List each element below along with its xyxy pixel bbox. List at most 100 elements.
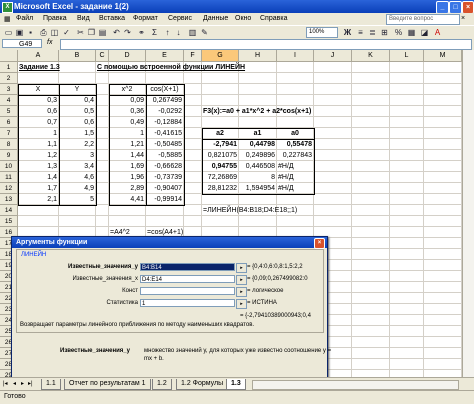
select-all-corner[interactable] — [0, 50, 18, 62]
row-header[interactable]: 10 — [0, 161, 18, 172]
coef-cell[interactable]: 0,821075 — [203, 150, 237, 161]
menu-window[interactable]: Окно — [235, 15, 251, 22]
new-icon[interactable]: ▭ — [4, 28, 13, 37]
coef-cell[interactable]: #Н/Д — [278, 172, 312, 183]
cell-x[interactable]: 0,3 — [19, 95, 57, 106]
column-header-m[interactable]: M — [424, 50, 462, 62]
next-sheet-icon[interactable]: ▸ — [21, 380, 24, 387]
menu-edit[interactable]: Правка — [43, 15, 67, 22]
cell-cos[interactable]: -0,90407 — [147, 183, 182, 194]
fx-icon[interactable]: fx — [47, 39, 52, 46]
column-header-j[interactable]: J — [314, 50, 352, 62]
cell-x2[interactable]: 1,96 — [110, 172, 144, 183]
cell-cos[interactable]: -0,66628 — [147, 161, 182, 172]
coef-cell[interactable]: 0,227843 — [278, 150, 312, 161]
method-title[interactable]: С помощью встроенной функции ЛИНЕЙН — [97, 62, 245, 73]
drawing-icon[interactable]: ✎ — [200, 28, 209, 37]
bold-icon[interactable]: Ж — [343, 28, 352, 37]
cell-x[interactable]: 0,6 — [19, 106, 57, 117]
font-color-icon[interactable]: A — [433, 28, 442, 37]
row-header[interactable]: 6 — [0, 117, 18, 128]
row-header[interactable]: 12 — [0, 183, 18, 194]
borders-icon[interactable]: ▦ — [407, 28, 416, 37]
row-header[interactable]: 9 — [0, 150, 18, 161]
row-header[interactable]: 15 — [0, 216, 18, 227]
dialog-title-bar[interactable]: Аргументы функции × — [12, 237, 327, 249]
menu-data[interactable]: Данные — [203, 15, 228, 22]
name-box[interactable]: G49 — [2, 39, 42, 48]
cell-cos[interactable]: -0,73739 — [147, 172, 182, 183]
preview-icon[interactable]: ◫ — [50, 28, 59, 37]
row-header[interactable]: 14 — [0, 205, 18, 216]
collapse-dialog-icon[interactable]: ▸ — [236, 287, 247, 297]
arg-input-stats[interactable]: 1 — [140, 299, 235, 307]
coef-cell[interactable]: -2,7941 — [203, 139, 237, 150]
row-header[interactable]: 7 — [0, 128, 18, 139]
column-header-g[interactable]: G — [202, 50, 239, 62]
menu-view[interactable]: Вид — [77, 15, 90, 22]
redo-icon[interactable]: ↷ — [123, 28, 132, 37]
cell-x[interactable]: 1 — [19, 128, 57, 139]
coef-cell[interactable]: 72,26869 — [203, 172, 237, 183]
cell-cos[interactable]: -0,99914 — [147, 194, 182, 205]
zoom-select[interactable]: 100% — [306, 27, 338, 38]
cell-x2[interactable]: 1 — [110, 128, 144, 139]
align-left-icon[interactable]: ≡ — [356, 28, 365, 37]
coef-cell[interactable]: #Н/Д — [278, 183, 312, 194]
horizontal-scrollbar[interactable] — [252, 380, 459, 390]
coef-cell[interactable]: 0,446508 — [240, 161, 275, 172]
paste-icon[interactable]: ▤ — [98, 28, 107, 37]
header-y[interactable]: Y — [60, 84, 94, 95]
menu-file[interactable]: Файл — [16, 15, 33, 22]
cell-y[interactable]: 1,5 — [60, 128, 94, 139]
coef-cell[interactable]: 0,44798 — [240, 139, 275, 150]
cell-cos[interactable]: 0,267499 — [147, 95, 182, 106]
function-arguments-dialog[interactable]: Аргументы функции × ЛИНЕЙН Известные_зна… — [11, 236, 331, 378]
sheet-tab[interactable]: 1.2 — [152, 379, 172, 390]
fill-color-icon[interactable]: ◪ — [420, 28, 429, 37]
column-header-k[interactable]: K — [352, 50, 390, 62]
cell-x[interactable]: 1,4 — [19, 172, 57, 183]
coef-header[interactable]: a0 — [278, 128, 312, 139]
column-header-b[interactable]: B — [59, 50, 96, 62]
row-header[interactable]: 3 — [0, 84, 18, 95]
cell-cos[interactable]: -0,5885 — [147, 150, 182, 161]
sort-asc-icon[interactable]: ↑ — [163, 28, 172, 37]
cell-cos[interactable]: -0,41615 — [147, 128, 182, 139]
collapse-dialog-icon[interactable]: ▸ — [236, 275, 247, 285]
coef-cell[interactable]: 0,94755 — [203, 161, 237, 172]
cell-x2[interactable]: 0,09 — [110, 95, 144, 106]
coef-cell[interactable]: 28,81232 — [203, 183, 237, 194]
header-x[interactable]: X — [19, 84, 57, 95]
row-header[interactable]: 8 — [0, 139, 18, 150]
column-header-f[interactable]: F — [184, 50, 202, 62]
cell-y[interactable]: 5 — [60, 194, 94, 205]
column-header-e[interactable]: E — [146, 50, 184, 62]
menu-format[interactable]: Формат — [133, 15, 158, 22]
copy-icon[interactable]: ❐ — [87, 28, 96, 37]
sheet-tab-active[interactable]: 1.3 — [226, 379, 246, 390]
arg-input-known-y[interactable]: B4:B14 — [140, 263, 235, 271]
row-header[interactable]: 4 — [0, 95, 18, 106]
menu-insert[interactable]: Вставка — [99, 15, 125, 22]
cell-y[interactable]: 0,4 — [60, 95, 94, 106]
merge-icon[interactable]: ⊞ — [380, 28, 389, 37]
sheet-tab[interactable]: 1.2 Формулы — [176, 379, 229, 390]
column-header-c[interactable]: C — [96, 50, 109, 62]
cell-cos[interactable]: -0,50485 — [147, 139, 182, 150]
coef-cell[interactable]: 0,55478 — [278, 139, 312, 150]
row-header[interactable]: 1 — [0, 62, 18, 73]
column-header-l[interactable]: L — [390, 50, 424, 62]
coef-header[interactable]: a1 — [240, 128, 275, 139]
column-header-d[interactable]: D — [109, 50, 146, 62]
cell-y[interactable]: 4,9 — [60, 183, 94, 194]
percent-icon[interactable]: % — [394, 28, 403, 37]
row-header[interactable]: 5 — [0, 106, 18, 117]
cell-y[interactable]: 4,6 — [60, 172, 94, 183]
cell-y[interactable]: 3,4 — [60, 161, 94, 172]
row-header[interactable]: 13 — [0, 194, 18, 205]
column-header-i[interactable]: I — [277, 50, 314, 62]
help-search-input[interactable]: Введите вопрос — [386, 14, 460, 25]
save-icon[interactable]: ▪ — [26, 28, 35, 37]
cell-x2[interactable]: 1,69 — [110, 161, 144, 172]
